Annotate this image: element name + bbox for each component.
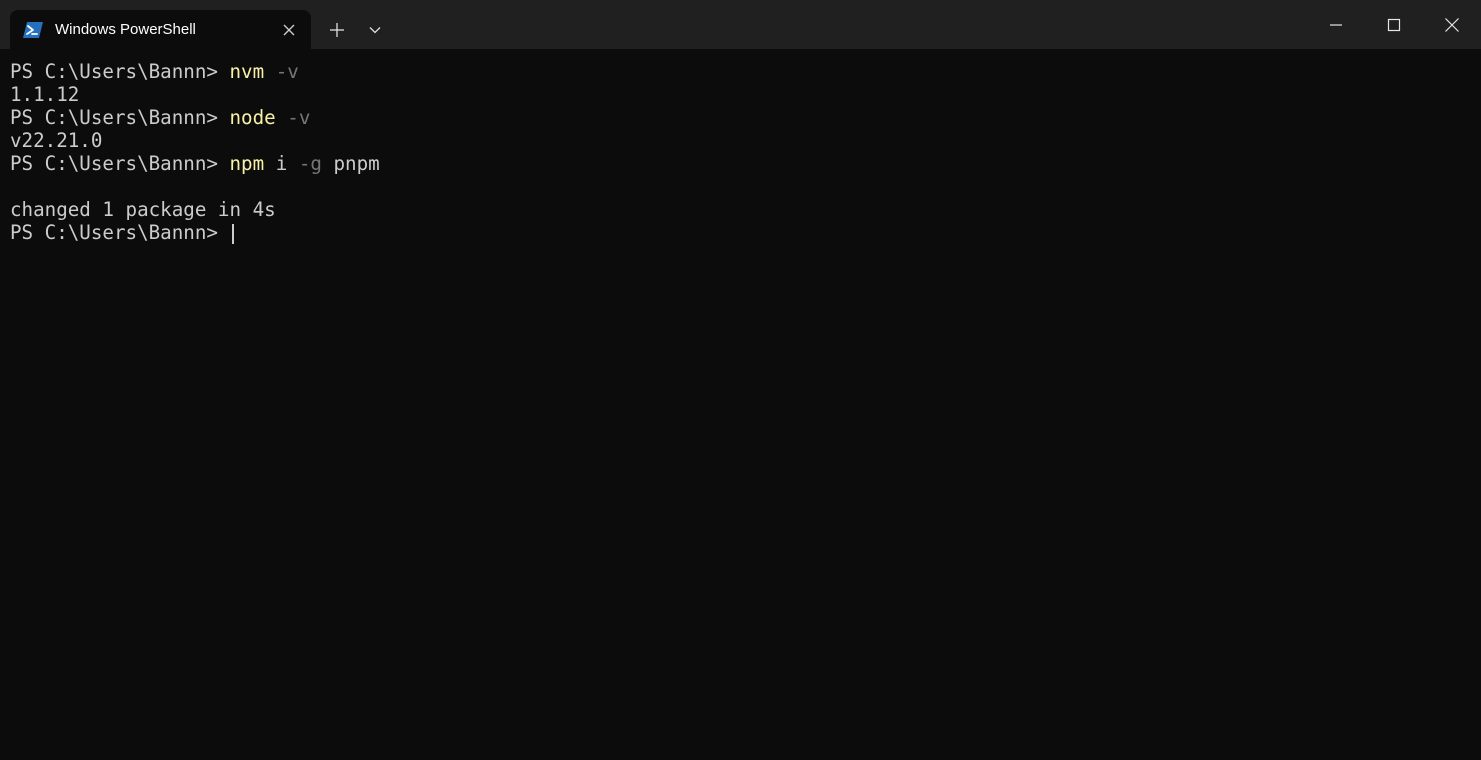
command-name: node (229, 106, 276, 129)
text-cursor (231, 223, 234, 244)
command-name: nvm (229, 60, 265, 83)
profile-dropdown-button[interactable] (362, 15, 388, 45)
terminal-line: 1.1.12 (10, 83, 1481, 106)
chevron-down-icon (369, 27, 381, 34)
prompt: PS C:\Users\Bannn> (10, 106, 230, 129)
command-output: 1.1.12 (10, 83, 80, 106)
command-output: v22.21.0 (10, 129, 103, 152)
powershell-icon (23, 22, 43, 38)
terminal-line: v22.21.0 (10, 129, 1481, 152)
title-bar[interactable]: Windows PowerShell (0, 0, 1481, 50)
prompt: PS C:\Users\Bannn> (10, 221, 230, 244)
command-name: npm (229, 152, 265, 175)
terminal-line: PS C:\Users\Bannn> node -v (10, 106, 1481, 129)
maximize-button[interactable] (1365, 0, 1423, 49)
command-parameter: -v (264, 60, 299, 83)
minimize-icon (1330, 23, 1342, 26)
prompt: PS C:\Users\Bannn> (10, 152, 230, 175)
terminal-line: changed 1 package in 4s (10, 198, 1481, 221)
terminal-line-current[interactable]: PS C:\Users\Bannn> (10, 221, 1481, 244)
terminal-line: PS C:\Users\Bannn> nvm -v (10, 60, 1481, 83)
maximize-icon (1387, 18, 1401, 31)
command-argument: pnpm (321, 152, 380, 175)
prompt: PS C:\Users\Bannn> (10, 60, 230, 83)
close-window-button[interactable] (1423, 0, 1481, 49)
terminal-line: PS C:\Users\Bannn> npm i -g pnpm (10, 152, 1481, 175)
close-icon (1445, 17, 1459, 32)
tab-windows-powershell[interactable]: Windows PowerShell (10, 10, 311, 50)
command-parameter: -v (275, 106, 311, 129)
command-output: changed 1 package in 4s (10, 198, 276, 221)
terminal-window: Windows PowerShell PS C:\Users\Bannn> nv… (0, 0, 1481, 760)
tab-title: Windows PowerShell (55, 21, 196, 38)
command-parameter: -g (287, 152, 322, 175)
terminal-output[interactable]: PS C:\Users\Bannn> nvm -v 1.1.12 PS C:\U… (0, 49, 1481, 760)
plus-icon (330, 23, 344, 37)
new-tab-button[interactable] (322, 15, 352, 45)
minimize-button[interactable] (1307, 0, 1365, 49)
tab-close-icon[interactable] (281, 22, 297, 38)
command-argument: i (264, 152, 288, 175)
